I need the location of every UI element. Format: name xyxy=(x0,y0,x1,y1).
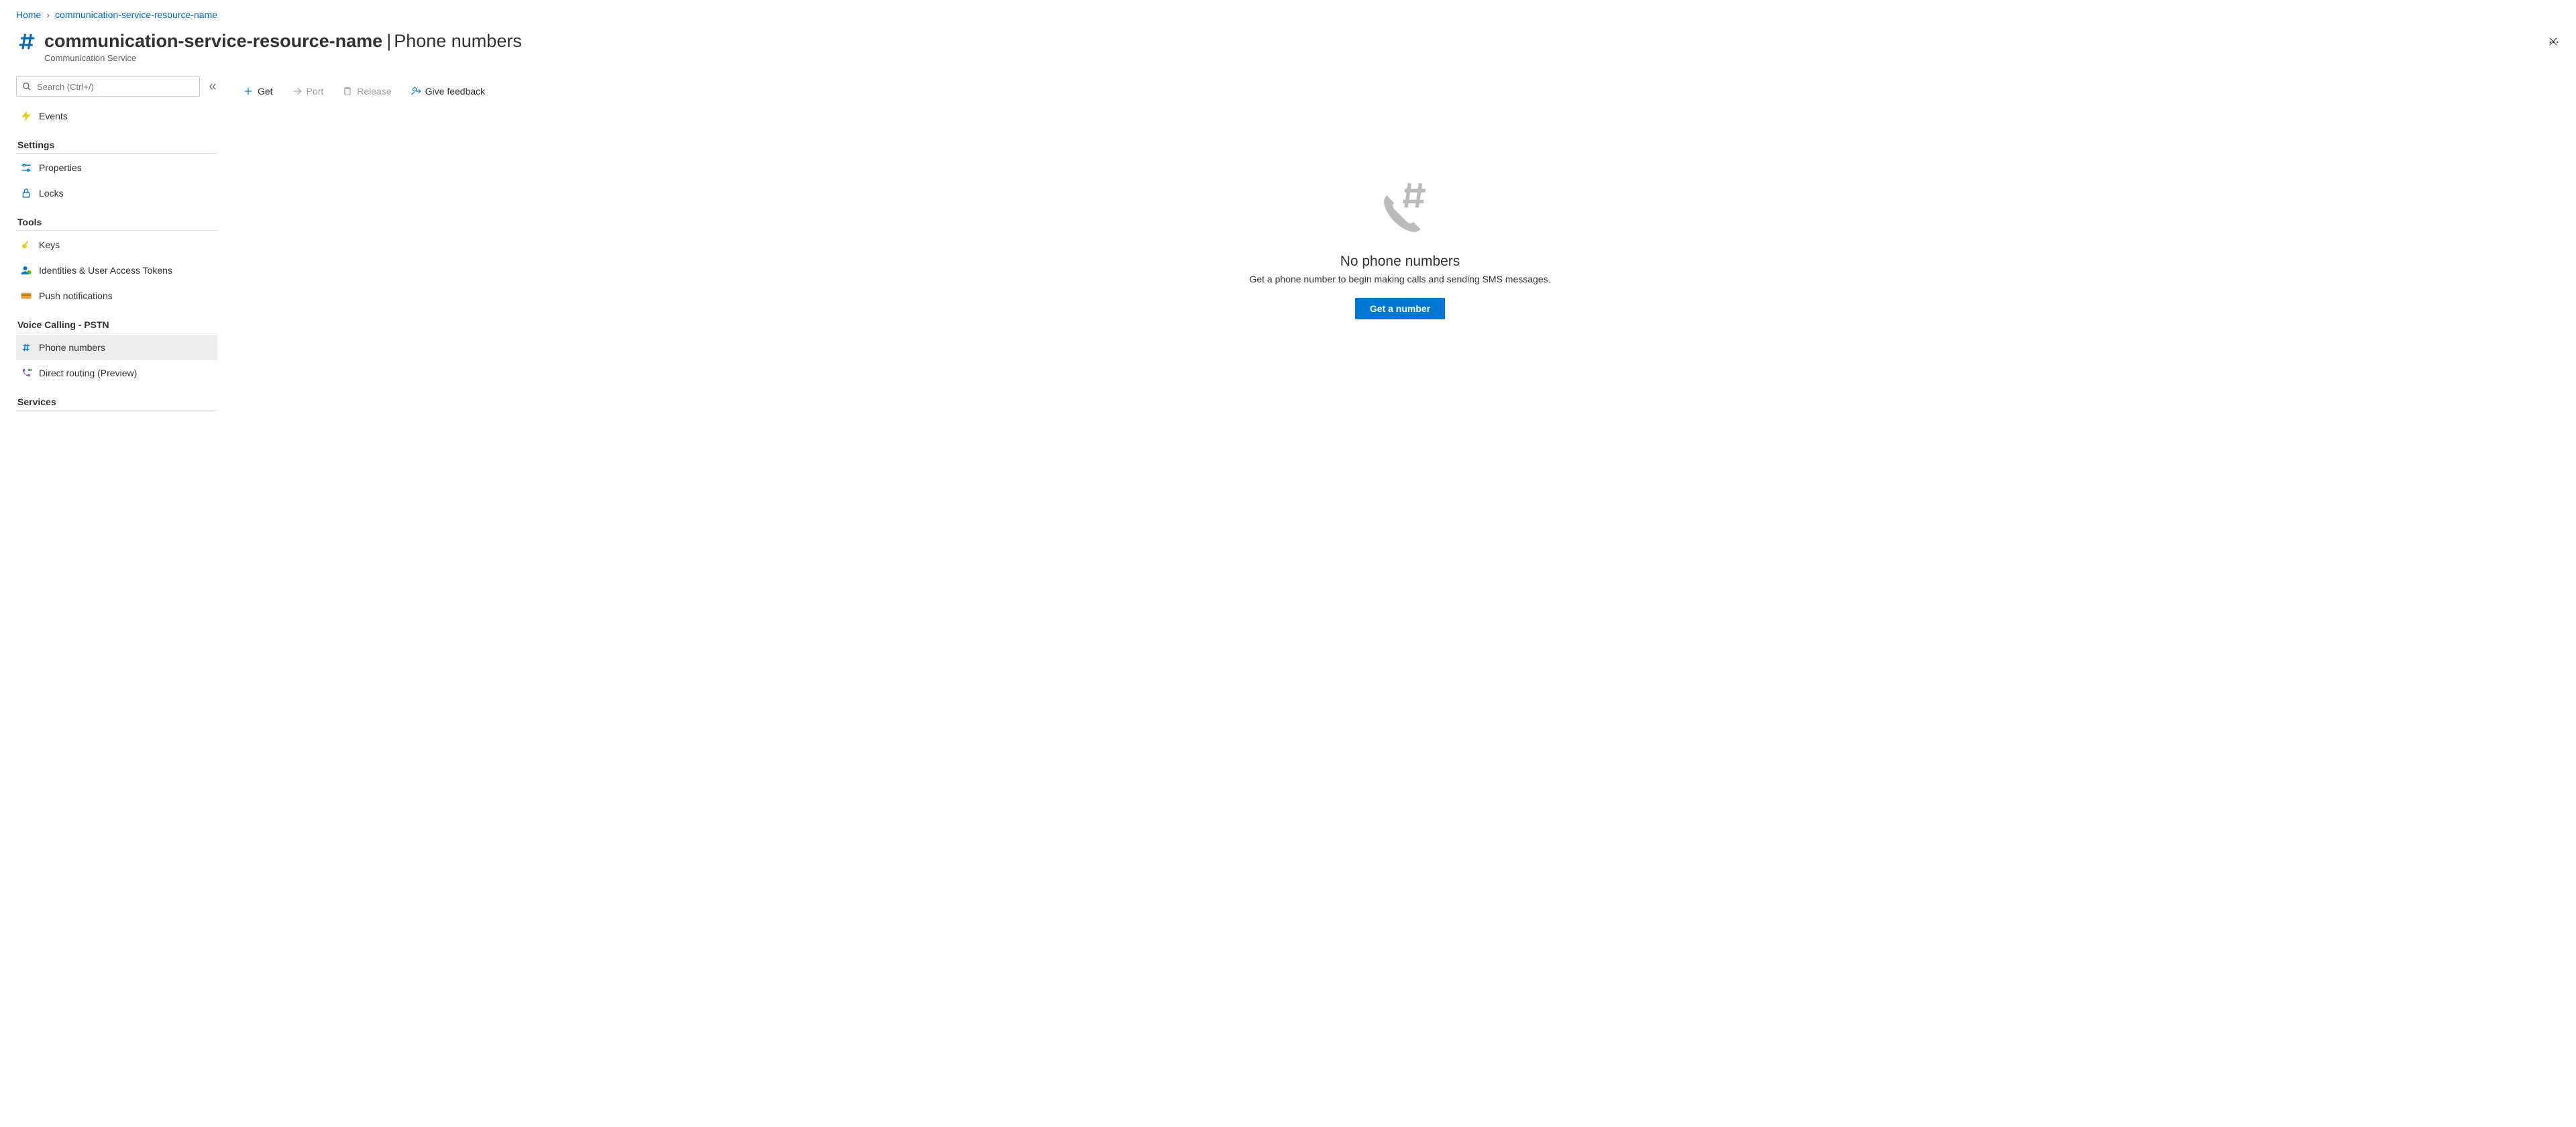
sidebar-group-services: Services xyxy=(17,396,217,407)
sidebar-item-label: Keys xyxy=(39,239,60,250)
collapse-sidebar-button[interactable] xyxy=(208,82,217,91)
command-bar: Get Port Release xyxy=(240,76,2560,106)
release-button: Release xyxy=(339,83,394,99)
get-a-number-button[interactable]: Get a number xyxy=(1355,298,1445,319)
sidebar-item-label: Identities & User Access Tokens xyxy=(39,265,172,276)
sidebar-item-label: Events xyxy=(39,111,68,121)
arrow-right-icon xyxy=(292,86,303,97)
get-button[interactable]: Get xyxy=(240,83,276,99)
sidebar-item-direct-routing[interactable]: Direct routing (Preview) xyxy=(16,360,217,386)
divider xyxy=(16,230,217,231)
divider xyxy=(16,153,217,154)
button-label: Release xyxy=(357,86,391,97)
phone-routing-icon xyxy=(20,367,32,379)
sliders-icon xyxy=(20,162,32,174)
feedback-button[interactable]: Give feedback xyxy=(408,83,488,99)
sidebar-item-locks[interactable]: Locks xyxy=(16,180,217,206)
page-title: communication-service-resource-name | Ph… xyxy=(44,31,2534,52)
empty-state-subtitle: Get a phone number to begin making calls… xyxy=(1249,274,1550,284)
hash-icon xyxy=(20,341,32,354)
hash-icon xyxy=(16,31,38,52)
search-box[interactable] xyxy=(16,76,200,97)
button-label: Give feedback xyxy=(425,86,486,97)
lock-icon xyxy=(20,187,32,199)
page-header: communication-service-resource-name | Ph… xyxy=(0,24,2576,76)
person-icon xyxy=(20,264,32,276)
sidebar-group-voice: Voice Calling - PSTN xyxy=(17,319,217,330)
breadcrumb-home[interactable]: Home xyxy=(16,9,41,20)
close-button[interactable] xyxy=(2544,32,2563,51)
title-divider: | xyxy=(386,31,391,52)
sidebar-item-label: Direct routing (Preview) xyxy=(39,368,137,378)
chevron-right-icon: › xyxy=(46,9,50,20)
sidebar-item-label: Locks xyxy=(39,188,64,199)
sidebar-item-keys[interactable]: Keys xyxy=(16,232,217,258)
sidebar-item-identities[interactable]: Identities & User Access Tokens xyxy=(16,258,217,283)
sidebar-item-push[interactable]: Push notifications xyxy=(16,283,217,309)
plus-icon xyxy=(243,86,254,97)
resource-type: Communication Service xyxy=(44,53,2534,63)
resource-name: communication-service-resource-name xyxy=(44,31,382,52)
empty-state: No phone numbers Get a phone number to b… xyxy=(240,180,2560,319)
button-label: Get xyxy=(258,86,273,97)
sidebar-item-phone-numbers[interactable]: Phone numbers xyxy=(16,335,217,360)
feedback-icon xyxy=(411,86,421,97)
key-icon xyxy=(20,239,32,251)
trash-icon xyxy=(342,86,353,97)
empty-state-illustration xyxy=(1370,180,1430,240)
port-button: Port xyxy=(289,83,327,99)
page-name: Phone numbers xyxy=(394,31,522,52)
sidebar-item-events[interactable]: Events xyxy=(16,103,217,129)
sidebar-item-label: Push notifications xyxy=(39,290,113,301)
sidebar-item-label: Properties xyxy=(39,162,82,173)
sidebar-item-label: Phone numbers xyxy=(39,342,105,353)
lightning-icon xyxy=(20,110,32,122)
sidebar-group-settings: Settings xyxy=(17,140,217,150)
sidebar-group-tools: Tools xyxy=(17,217,217,227)
divider xyxy=(16,410,217,411)
breadcrumb: Home › communication-service-resource-na… xyxy=(0,0,2576,24)
search-icon xyxy=(22,82,32,91)
sidebar-item-properties[interactable]: Properties xyxy=(16,155,217,180)
card-icon xyxy=(20,290,32,302)
sidebar: Events Settings Properties Locks Tools xyxy=(16,76,217,412)
main-content: Get Port Release xyxy=(217,76,2560,319)
button-label: Port xyxy=(307,86,324,97)
search-input[interactable] xyxy=(36,81,194,93)
empty-state-title: No phone numbers xyxy=(1340,254,1460,270)
breadcrumb-resource[interactable]: communication-service-resource-name xyxy=(55,9,217,20)
